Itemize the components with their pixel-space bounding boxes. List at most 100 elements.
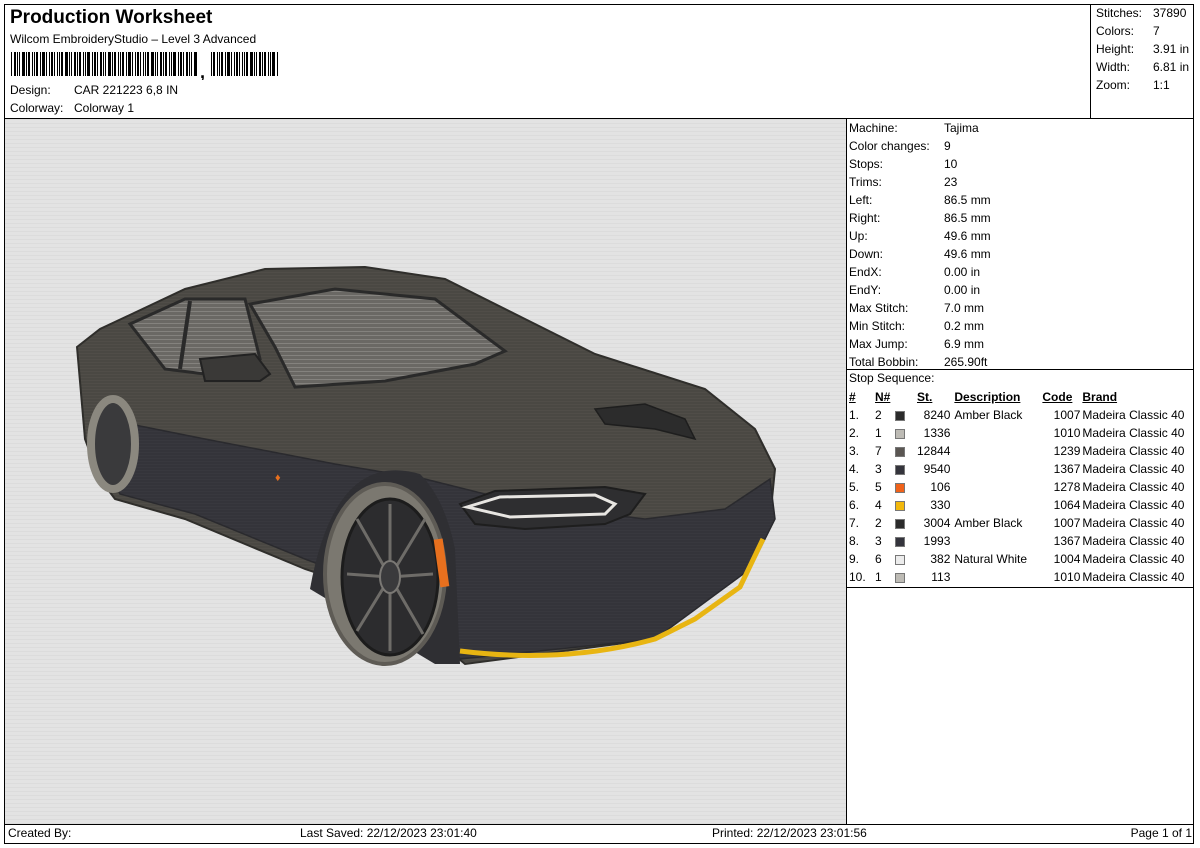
color-swatch-icon xyxy=(895,464,905,475)
stop-code: 1007 xyxy=(1053,408,1081,422)
stop-stitches: 113 xyxy=(931,570,951,584)
summary-zoom: Zoom: 1:1 xyxy=(1096,78,1170,92)
info-endx: EndX: 0.00 in xyxy=(849,265,981,279)
stop-needle: 1 xyxy=(875,570,882,584)
stop-index: 8. xyxy=(849,534,860,548)
table-row: 6. 4 330 1064 Madeira Classic 40 xyxy=(847,496,1184,514)
color-swatch-icon xyxy=(895,410,905,421)
info-left: Left: 86.5 mm xyxy=(849,193,991,207)
stop-description: Natural White xyxy=(954,552,1028,566)
table-row: 7. 2 3004 Amber Black 1007 Madeira Classic 40 xyxy=(847,514,1184,532)
table-row: 5. 5 106 1278 Madeira Classic 40 xyxy=(847,478,1184,496)
svg-text:,: , xyxy=(200,62,205,80)
info-max-stitch: Max Stitch: 7.0 mm xyxy=(849,301,985,315)
summary-height: Height: 3.91 in xyxy=(1096,42,1190,56)
color-swatch-icon xyxy=(895,446,905,457)
stop-index: 4. xyxy=(849,462,860,476)
stop-brand: Madeira Classic 40 xyxy=(1082,426,1185,440)
stop-brand: Madeira Classic 40 xyxy=(1082,408,1185,422)
colorway-row: Colorway: Colorway 1 xyxy=(10,101,134,115)
colorway-label: Colorway: xyxy=(10,101,64,115)
stop-description xyxy=(950,496,1042,514)
software-name: Wilcom EmbroideryStudio – Level 3 Advanc… xyxy=(10,32,257,46)
stop-color-swatch xyxy=(895,496,917,514)
stop-color-swatch xyxy=(895,460,917,478)
info-stops: Stops: 10 xyxy=(849,157,958,171)
barcode-icon: , xyxy=(11,52,278,80)
stop-needle: 2 xyxy=(875,516,882,530)
col-stitches: St. xyxy=(917,390,933,404)
summary-panel: Stitches: 37890 Colors: 7 Height: 3.91 in W… xyxy=(1090,4,1194,118)
table-row: 2. 1 1336 1010 Madeira Classic 40 xyxy=(847,424,1184,442)
stop-stitches: 1993 xyxy=(923,534,951,548)
stop-index: 3. xyxy=(849,444,860,458)
col-index: # xyxy=(849,390,856,404)
stop-description xyxy=(950,568,1042,586)
stop-stitches: 330 xyxy=(930,498,951,512)
info-endy: EndY: 0.00 in xyxy=(849,283,981,297)
stop-brand: Madeira Classic 40 xyxy=(1082,498,1185,512)
stop-index: 1. xyxy=(849,408,860,422)
design-value: CAR 221223 6,8 IN xyxy=(74,83,179,97)
stop-index: 7. xyxy=(849,516,860,530)
stop-needle: 6 xyxy=(875,552,882,566)
stop-needle: 3 xyxy=(875,534,882,548)
info-right: Right: 86.5 mm xyxy=(849,211,991,225)
car-embroidery-image: ♦ xyxy=(5,119,846,824)
page-number: Page 1 of 1 xyxy=(1130,826,1192,840)
color-swatch-icon xyxy=(895,536,905,547)
stop-needle: 5 xyxy=(875,480,882,494)
stop-brand: Madeira Classic 40 xyxy=(1082,444,1185,458)
stop-stitches: 382 xyxy=(930,552,951,566)
stop-description: Amber Black xyxy=(954,408,1023,422)
info-max-jump: Max Jump: 6.9 mm xyxy=(849,337,985,351)
stop-color-swatch xyxy=(895,568,917,586)
color-swatch-icon xyxy=(895,518,905,529)
stop-code: 1367 xyxy=(1053,462,1081,476)
stop-code: 1010 xyxy=(1053,426,1081,440)
color-swatch-icon xyxy=(895,482,905,493)
table-row: 3. 7 12844 1239 Madeira Classic 40 xyxy=(847,442,1184,460)
stop-stitches: 1336 xyxy=(923,426,951,440)
stop-stitches: 9540 xyxy=(923,462,951,476)
stop-stitches: 8240 xyxy=(923,408,951,422)
stop-brand: Madeira Classic 40 xyxy=(1082,516,1185,530)
info-total-bobbin: Total Bobbin: 265.90ft xyxy=(849,355,988,369)
last-saved: Last Saved: 22/12/2023 23:01:40 xyxy=(300,826,477,840)
stop-code: 1010 xyxy=(1053,570,1081,584)
col-description: Description xyxy=(954,390,1021,404)
stop-needle: 1 xyxy=(875,426,882,440)
created-by: Created By: xyxy=(8,826,72,840)
stop-color-swatch xyxy=(895,406,917,424)
info-down: Down: 49.6 mm xyxy=(849,247,991,261)
svg-text:♦: ♦ xyxy=(275,472,281,484)
info-trims: Trims: 23 xyxy=(849,175,958,189)
stop-brand: Madeira Classic 40 xyxy=(1082,534,1185,548)
color-swatch-icon xyxy=(895,572,905,583)
info-color-changes: Color changes: 9 xyxy=(849,139,951,153)
design-label: Design: xyxy=(10,83,51,97)
worksheet-header: Production Worksheet Wilcom EmbroiderySt… xyxy=(4,4,1091,118)
info-machine: Machine: Tajima xyxy=(849,121,979,135)
table-row: 4. 3 9540 1367 Madeira Classic 40 xyxy=(847,460,1184,478)
col-swatch xyxy=(895,388,917,406)
stop-color-swatch xyxy=(895,514,917,532)
stop-code: 1239 xyxy=(1053,444,1081,458)
stop-description: Amber Black xyxy=(954,516,1023,530)
summary-stitches: Stitches: 37890 xyxy=(1096,6,1187,20)
stop-color-swatch xyxy=(895,478,917,496)
stop-code: 1064 xyxy=(1053,498,1081,512)
stop-sequence-table: # N# St. Description Code Brand 1. 2 8240 A… xyxy=(847,388,1184,586)
stop-brand: Madeira Classic 40 xyxy=(1082,570,1185,584)
colorway-value: Colorway 1 xyxy=(74,101,135,115)
stop-stitches: 12844 xyxy=(917,444,951,458)
stop-index: 10. xyxy=(849,570,866,584)
stop-index: 2. xyxy=(849,426,860,440)
color-swatch-icon xyxy=(895,554,905,565)
stop-color-swatch xyxy=(895,532,917,550)
stop-needle: 3 xyxy=(875,462,882,476)
stop-sequence-caption: Stop Sequence: xyxy=(849,371,935,385)
printed-date: Printed: 22/12/2023 23:01:56 xyxy=(712,826,867,840)
stop-description xyxy=(950,424,1042,442)
table-row: 1. 2 8240 Amber Black 1007 Madeira Classic 40 xyxy=(847,406,1184,424)
